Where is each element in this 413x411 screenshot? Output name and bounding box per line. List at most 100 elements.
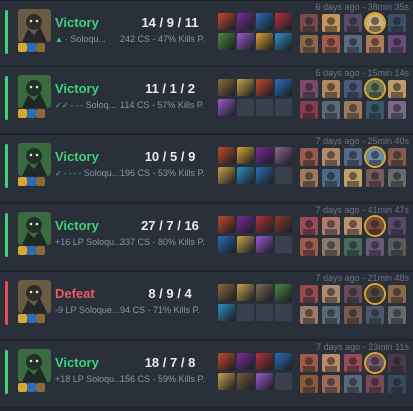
participant-champion-icon[interactable] bbox=[322, 148, 340, 166]
participant-champion-icon[interactable] bbox=[344, 285, 362, 303]
item-icon[interactable] bbox=[237, 236, 254, 253]
item-icon[interactable] bbox=[256, 167, 273, 184]
player-champion-icon-self[interactable] bbox=[366, 80, 384, 98]
participant-champion-icon[interactable] bbox=[388, 148, 406, 166]
item-icon[interactable] bbox=[275, 353, 292, 370]
player-champion-icon-self[interactable] bbox=[366, 285, 384, 303]
participant-champion-icon[interactable] bbox=[300, 238, 318, 256]
item-icon[interactable] bbox=[237, 13, 254, 30]
participant-champion-icon[interactable] bbox=[300, 35, 318, 53]
item-icon[interactable] bbox=[218, 99, 235, 116]
item-icon[interactable] bbox=[256, 373, 273, 390]
participant-champion-icon[interactable] bbox=[366, 35, 384, 53]
item-icon[interactable] bbox=[218, 216, 235, 233]
match-row[interactable]: Victory ▲ · Soloqu... 14 / 9 / 11 242 CS - … bbox=[0, 0, 413, 67]
item-icon[interactable] bbox=[256, 236, 273, 253]
item-icon[interactable] bbox=[237, 284, 254, 301]
participant-champion-icon[interactable] bbox=[388, 354, 406, 372]
item-icon[interactable] bbox=[218, 304, 235, 321]
participant-champion-icon[interactable] bbox=[322, 306, 340, 324]
participant-champion-icon[interactable] bbox=[322, 375, 340, 393]
item-icon[interactable] bbox=[256, 13, 273, 30]
item-icon[interactable] bbox=[275, 216, 292, 233]
player-champion-icon-self[interactable] bbox=[366, 217, 384, 235]
item-icon[interactable] bbox=[218, 33, 235, 50]
match-row[interactable]: Victory +18 LP Soloqu... 18 / 7 / 8 156 CS … bbox=[0, 340, 413, 407]
participant-champion-icon[interactable] bbox=[344, 375, 362, 393]
participant-champion-icon[interactable] bbox=[366, 169, 384, 187]
participant-champion-icon[interactable] bbox=[388, 306, 406, 324]
participant-champion-icon[interactable] bbox=[300, 285, 318, 303]
player-champion-icon-self[interactable] bbox=[366, 148, 384, 166]
match-row[interactable]: Defeat -9 LP Soloque... 8 / 9 / 4 94 CS - 7… bbox=[0, 271, 413, 338]
participant-champion-icon[interactable] bbox=[344, 238, 362, 256]
participant-champion-icon[interactable] bbox=[366, 101, 384, 119]
item-icon[interactable] bbox=[237, 79, 254, 96]
participant-champion-icon[interactable] bbox=[300, 80, 318, 98]
item-icon[interactable] bbox=[218, 147, 235, 164]
item-icon[interactable] bbox=[237, 373, 254, 390]
participant-champion-icon[interactable] bbox=[388, 375, 406, 393]
match-row[interactable]: Victory +16 LP Soloqu... 27 / 7 / 16 337 CS… bbox=[0, 203, 413, 270]
champion-portrait[interactable] bbox=[18, 280, 51, 313]
item-icon[interactable] bbox=[218, 79, 235, 96]
participant-champion-icon[interactable] bbox=[388, 238, 406, 256]
participant-champion-icon[interactable] bbox=[322, 14, 340, 32]
participant-champion-icon[interactable] bbox=[322, 238, 340, 256]
item-icon[interactable] bbox=[256, 33, 273, 50]
item-icon[interactable] bbox=[256, 79, 273, 96]
participant-champion-icon[interactable] bbox=[344, 35, 362, 53]
item-icon[interactable] bbox=[237, 353, 254, 370]
participant-champion-icon[interactable] bbox=[344, 306, 362, 324]
match-row[interactable]: Victory ✓ - - - - Soloqu... 10 / 5 / 9 196 … bbox=[0, 134, 413, 201]
item-icon[interactable] bbox=[237, 216, 254, 233]
champion-portrait[interactable] bbox=[18, 349, 51, 382]
participant-champion-icon[interactable] bbox=[366, 375, 384, 393]
item-icon[interactable] bbox=[218, 167, 235, 184]
item-icon[interactable] bbox=[218, 284, 235, 301]
participant-champion-icon[interactable] bbox=[300, 14, 318, 32]
participant-champion-icon[interactable] bbox=[322, 80, 340, 98]
participant-champion-icon[interactable] bbox=[300, 354, 318, 372]
item-icon[interactable] bbox=[275, 284, 292, 301]
player-champion-icon-self[interactable] bbox=[366, 14, 384, 32]
item-icon[interactable] bbox=[256, 353, 273, 370]
item-icon[interactable] bbox=[256, 216, 273, 233]
item-icon[interactable] bbox=[275, 79, 292, 96]
participant-champion-icon[interactable] bbox=[344, 169, 362, 187]
participant-champion-icon[interactable] bbox=[300, 217, 318, 235]
participant-champion-icon[interactable] bbox=[344, 354, 362, 372]
participant-champion-icon[interactable] bbox=[366, 238, 384, 256]
item-icon[interactable] bbox=[237, 167, 254, 184]
participant-champion-icon[interactable] bbox=[300, 169, 318, 187]
participant-champion-icon[interactable] bbox=[322, 285, 340, 303]
participant-champion-icon[interactable] bbox=[388, 80, 406, 98]
champion-portrait[interactable] bbox=[18, 9, 51, 42]
participant-champion-icon[interactable] bbox=[388, 169, 406, 187]
participant-champion-icon[interactable] bbox=[322, 217, 340, 235]
participant-champion-icon[interactable] bbox=[366, 306, 384, 324]
participant-champion-icon[interactable] bbox=[322, 35, 340, 53]
participant-champion-icon[interactable] bbox=[388, 217, 406, 235]
participant-champion-icon[interactable] bbox=[388, 14, 406, 32]
item-icon[interactable] bbox=[275, 147, 292, 164]
participant-champion-icon[interactable] bbox=[322, 169, 340, 187]
participant-champion-icon[interactable] bbox=[344, 217, 362, 235]
champion-portrait[interactable] bbox=[18, 75, 51, 108]
participant-champion-icon[interactable] bbox=[322, 101, 340, 119]
participant-champion-icon[interactable] bbox=[300, 375, 318, 393]
participant-champion-icon[interactable] bbox=[300, 101, 318, 119]
item-icon[interactable] bbox=[237, 33, 254, 50]
item-icon[interactable] bbox=[275, 33, 292, 50]
match-row[interactable]: Victory ✓✓ - - - Soloq... 11 / 1 / 2 114 CS… bbox=[0, 66, 413, 133]
participant-champion-icon[interactable] bbox=[388, 101, 406, 119]
item-icon[interactable] bbox=[256, 147, 273, 164]
participant-champion-icon[interactable] bbox=[322, 354, 340, 372]
item-icon[interactable] bbox=[218, 236, 235, 253]
item-icon[interactable] bbox=[218, 13, 235, 30]
champion-portrait[interactable] bbox=[18, 212, 51, 245]
participant-champion-icon[interactable] bbox=[344, 148, 362, 166]
item-icon[interactable] bbox=[275, 13, 292, 30]
participant-champion-icon[interactable] bbox=[388, 35, 406, 53]
participant-champion-icon[interactable] bbox=[300, 148, 318, 166]
